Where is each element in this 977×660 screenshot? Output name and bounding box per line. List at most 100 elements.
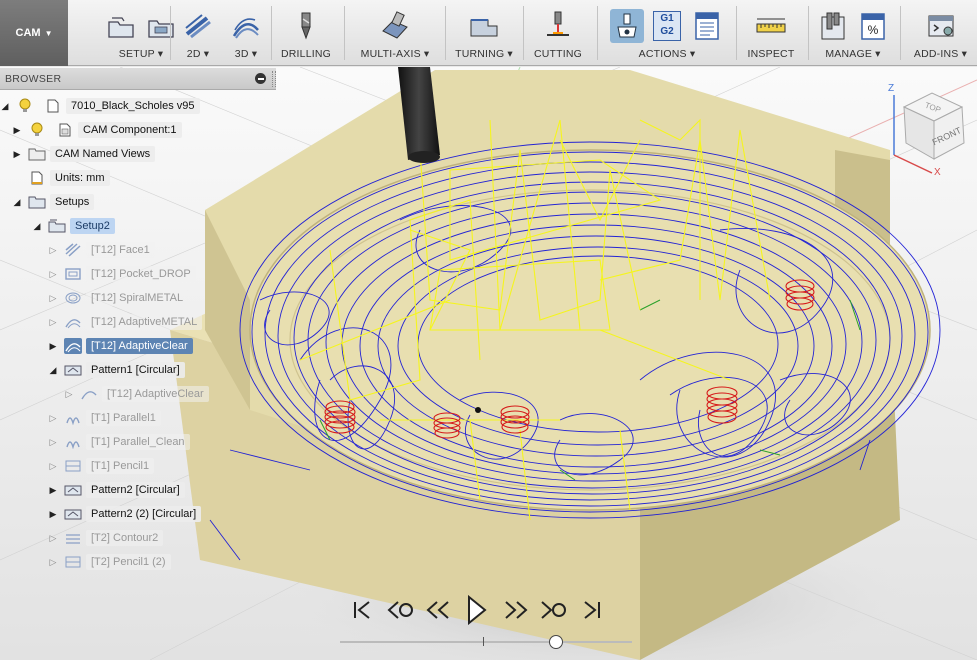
simulate-icon[interactable] xyxy=(610,9,644,43)
parallel-op-icon xyxy=(64,434,82,450)
pattern-icon xyxy=(64,482,82,498)
multi-axis-icon[interactable] xyxy=(378,9,412,43)
spiral-op-icon xyxy=(64,290,82,306)
actions-label: ACTIONS ▾ xyxy=(638,48,696,60)
measure-icon[interactable] xyxy=(754,9,788,43)
2d-adaptive-icon[interactable] xyxy=(181,9,215,43)
tree-node-operation[interactable]: ▷ [T2] Pencil1 (2) xyxy=(48,551,171,573)
tree-label: [T2] Contour2 xyxy=(86,530,164,546)
tree-node-root[interactable]: ◢ 7010_Black_Scholes v95 xyxy=(0,95,200,117)
3d-group[interactable]: 3D ▾ xyxy=(226,0,266,66)
collapse-triangle-icon[interactable]: ◢ xyxy=(32,221,42,231)
expand-triangle-icon[interactable]: ▷ xyxy=(48,437,58,447)
panel-grip-icon[interactable] xyxy=(272,71,276,87)
workspace-menu[interactable]: CAM ▼ xyxy=(0,0,68,66)
timeline-track[interactable] xyxy=(340,641,632,643)
scripts-icon[interactable] xyxy=(924,9,958,43)
viewcube[interactable]: TOP FRONT X Z xyxy=(880,77,970,178)
expand-triangle-icon[interactable]: ▷ xyxy=(48,293,58,303)
tree-node-operation[interactable]: ▷ [T2] Contour2 xyxy=(48,527,164,549)
collapse-triangle-icon[interactable]: ◢ xyxy=(0,101,10,111)
step-forward-button[interactable] xyxy=(500,595,530,625)
cutting-icon[interactable] xyxy=(541,9,575,43)
expand-triangle-icon[interactable]: ▷ xyxy=(48,269,58,279)
tree-label: [T12] AdaptiveClear xyxy=(86,338,193,354)
tree-node-named-views[interactable]: ▶ CAM Named Views xyxy=(12,143,156,165)
drilling-group[interactable]: DRILLING xyxy=(276,0,336,66)
actions-group[interactable]: G1 G2 ACTIONS ▾ xyxy=(603,0,731,66)
tree-node-operation[interactable]: ▷ [T12] SpiralMETAL xyxy=(48,287,189,309)
timeline-thumb[interactable] xyxy=(549,635,564,649)
expand-triangle-icon[interactable]: ▷ xyxy=(48,317,58,327)
tree-node-operation[interactable]: ▷ [T12] AdaptiveClear xyxy=(64,383,209,405)
collapse-triangle-icon[interactable]: ◢ xyxy=(48,365,58,375)
separator xyxy=(170,6,171,60)
expand-triangle-icon[interactable]: ▶ xyxy=(48,341,58,351)
previous-operation-button[interactable] xyxy=(386,595,416,625)
tree-node-pattern[interactable]: ◢ Pattern1 [Circular] xyxy=(48,359,185,381)
setup-folder-icon[interactable] xyxy=(144,9,178,43)
multi-axis-group[interactable]: MULTI-AXIS ▾ xyxy=(350,0,440,66)
tree-node-operation[interactable]: ▷ [T1] Parallel_Clean xyxy=(48,431,190,453)
tree-label: Setups xyxy=(50,194,95,210)
new-setup-icon[interactable] xyxy=(104,9,138,43)
x-axis-line xyxy=(893,154,933,174)
turning-icon[interactable] xyxy=(467,9,501,43)
step-back-button[interactable] xyxy=(424,595,454,625)
browser-panel: BROWSER ◢ 7010_Black_Scholes v95 ▶ CAM C… xyxy=(0,68,276,588)
tree-node-operation[interactable]: ▷ [T12] Pocket_DROP xyxy=(48,263,196,285)
expand-triangle-icon[interactable]: ▷ xyxy=(64,389,74,399)
setup-sheet-icon[interactable] xyxy=(690,9,724,43)
setups-folder-icon xyxy=(28,194,46,210)
expand-triangle-icon[interactable]: ▷ xyxy=(48,413,58,423)
inspect-group[interactable]: INSPECT xyxy=(741,0,801,66)
collapse-triangle-icon[interactable]: ◢ xyxy=(12,197,22,207)
templates-icon[interactable]: % xyxy=(856,9,890,43)
expand-triangle-icon[interactable]: ▶ xyxy=(12,149,22,159)
g1-text: G1 xyxy=(660,13,674,24)
turning-group[interactable]: TURNING ▾ xyxy=(450,0,518,66)
tree-node-operation[interactable]: ▷ [T1] Pencil1 xyxy=(48,455,155,477)
3d-adaptive-icon[interactable] xyxy=(229,9,263,43)
post-process-icon[interactable]: G1 G2 xyxy=(650,9,684,43)
2d-group[interactable]: 2D ▾ xyxy=(178,0,218,66)
tree-node-operation[interactable]: ▷ [T12] AdaptiveMETAL xyxy=(48,311,203,333)
drill-icon[interactable] xyxy=(289,9,323,43)
lightbulb-icon[interactable] xyxy=(16,98,34,114)
tree-node-units[interactable]: Units: mm xyxy=(22,167,110,189)
simulation-playback xyxy=(348,592,628,628)
tree-label: [T1] Parallel1 xyxy=(86,410,161,426)
tree-node-setup2[interactable]: ◢ Setup2 xyxy=(32,215,115,237)
tool-library-icon[interactable] xyxy=(816,9,850,43)
workspace-label: CAM xyxy=(15,27,41,39)
collapse-icon[interactable] xyxy=(255,73,266,84)
expand-triangle-icon[interactable]: ▷ xyxy=(48,461,58,471)
add-ins-group[interactable]: ADD-INS ▾ xyxy=(904,0,977,66)
expand-triangle-icon[interactable]: ▶ xyxy=(12,125,22,135)
expand-triangle-icon[interactable]: ▷ xyxy=(48,245,58,255)
expand-triangle-icon[interactable]: ▶ xyxy=(48,509,58,519)
lightbulb-icon[interactable] xyxy=(28,122,46,138)
manage-group[interactable]: % MANAGE ▾ xyxy=(813,0,893,66)
expand-triangle-icon[interactable]: ▷ xyxy=(48,557,58,567)
cutting-group[interactable]: CUTTING xyxy=(528,0,588,66)
tree-node-pattern[interactable]: ▶ Pattern2 [Circular] xyxy=(48,479,185,501)
expand-triangle-icon[interactable]: ▷ xyxy=(48,533,58,543)
expand-triangle-icon[interactable]: ▶ xyxy=(48,485,58,495)
previous-operation-icon xyxy=(387,601,413,619)
tree-node-setups[interactable]: ◢ Setups xyxy=(12,191,95,213)
next-operation-button[interactable] xyxy=(538,595,568,625)
units-icon xyxy=(28,170,46,186)
separator xyxy=(344,6,345,60)
tree-node-operation[interactable]: ▷ [T1] Parallel1 xyxy=(48,407,161,429)
play-button[interactable] xyxy=(462,595,492,625)
tree-label: CAM Component:1 xyxy=(78,122,182,138)
tree-node-operation-selected[interactable]: ▶ [T12] AdaptiveClear xyxy=(48,335,193,357)
step-forward-icon xyxy=(505,601,528,619)
skip-to-end-button[interactable] xyxy=(576,595,606,625)
tree-node-cam-component[interactable]: ▶ CAM Component:1 xyxy=(12,119,182,141)
tree-node-pattern[interactable]: ▶ Pattern2 (2) [Circular] xyxy=(48,503,202,525)
skip-to-start-button[interactable] xyxy=(348,595,378,625)
tree-node-operation[interactable]: ▷ [T12] Face1 xyxy=(48,239,155,261)
tree-label: [T1] Parallel_Clean xyxy=(86,434,190,450)
